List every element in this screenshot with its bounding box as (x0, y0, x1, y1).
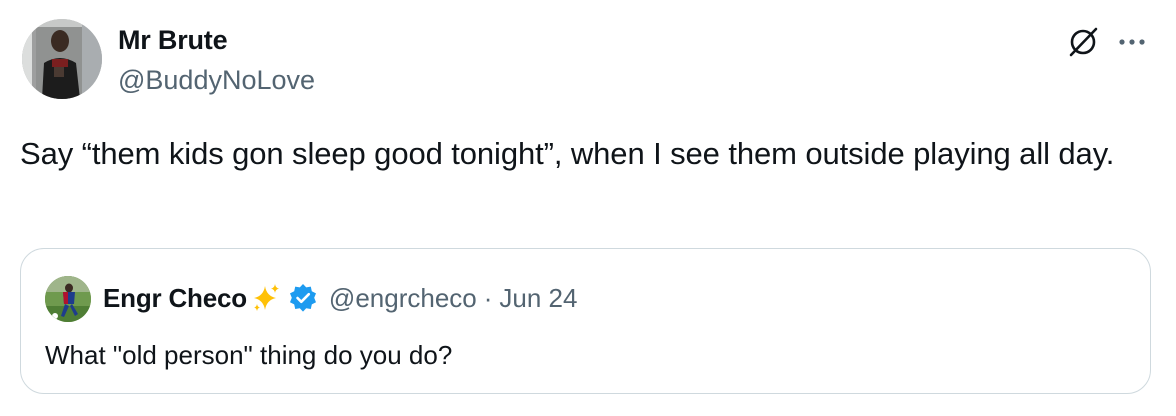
quote-author-name[interactable]: Engr Checo (103, 283, 247, 314)
tweet-text: Say “them kids gon sleep good tonight”, … (20, 136, 1115, 171)
avatar-photo (22, 19, 102, 99)
quote-date[interactable]: Jun 24 (499, 283, 577, 314)
separator-dot: · (483, 282, 493, 313)
grok-icon[interactable] (1063, 22, 1103, 62)
author-name[interactable]: Mr Brute (118, 24, 228, 56)
sparkles-glyph (253, 284, 279, 311)
quote-author-avatar[interactable] (45, 276, 91, 322)
more-dots-glyph (1119, 39, 1145, 45)
sparkles-icon (249, 282, 281, 314)
author-avatar[interactable] (22, 19, 102, 99)
grok-icon-glyph (1069, 27, 1098, 57)
verified-badge-icon[interactable] (287, 282, 319, 314)
author-handle[interactable]: @BuddyNoLove (118, 64, 315, 96)
quote-avatar-photo (45, 276, 91, 322)
quoted-tweet[interactable]: Engr Checo @engrcheco · Jun 24 What "old… (20, 248, 1151, 394)
quote-text: What "old person" thing do you do? (45, 340, 453, 370)
quote-author-handle[interactable]: @engrcheco (329, 283, 477, 314)
tweet-card[interactable]: Mr Brute @BuddyNoLove Say “them kids gon… (0, 0, 1176, 416)
more-icon[interactable] (1112, 22, 1152, 62)
quote-header: Engr Checo @engrcheco · Jun 24 (103, 280, 577, 316)
verified-badge-glyph (289, 284, 316, 312)
